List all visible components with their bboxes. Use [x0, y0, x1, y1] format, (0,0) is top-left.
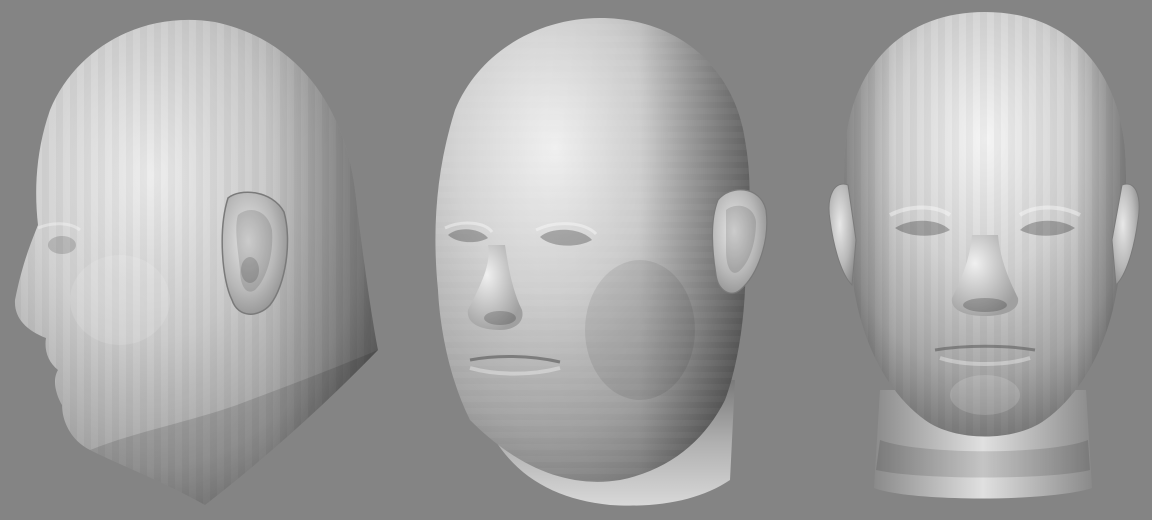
render-viewport [0, 0, 1152, 520]
render-canvas [14, 12, 1140, 506]
head-mesh-three-quarter [435, 18, 768, 506]
ear-shape [711, 189, 768, 294]
head-mesh-front [828, 12, 1140, 499]
head-mesh-left-profile [14, 19, 379, 506]
